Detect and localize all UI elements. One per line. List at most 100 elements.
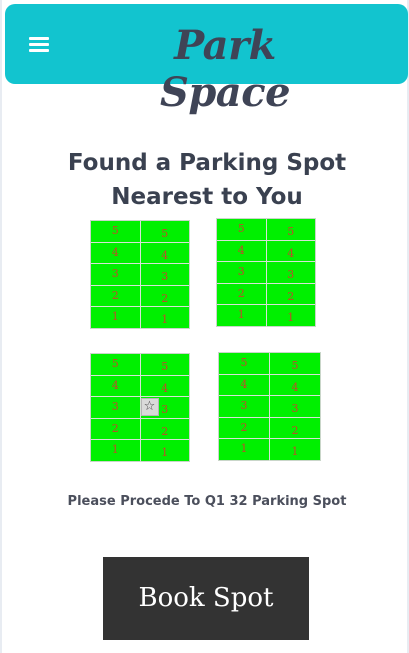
parking-spot[interactable]: 2 [219,417,270,438]
parking-row: 4 4 [91,375,190,397]
spot-number: 3 [161,403,169,416]
spot-number: 4 [161,248,169,262]
spot-number: 5 [287,225,295,238]
parking-row: 1 1 [91,307,189,329]
parking-spot[interactable]: 4 [141,243,190,264]
parking-spot[interactable]: 5 [141,354,190,375]
spot-number: 4 [111,378,119,392]
parking-spot[interactable]: 2 [141,419,190,440]
parking-spot[interactable]: 5 [141,221,190,242]
parking-spot[interactable]: 1 [270,439,320,461]
parking-row: 3 3 [91,264,189,286]
parking-lot-bottom-left: 5 5 4 4 3 ☆ 3 2 2 1 1 [90,353,190,462]
parking-spot[interactable]: 3 [91,397,141,418]
parking-spot[interactable]: 4 [141,376,190,397]
spot-number: 2 [111,288,119,302]
parking-spot[interactable]: 3 [91,264,141,285]
spot-number: 2 [111,421,119,435]
spot-number: 3 [111,267,119,280]
spot-number: 1 [240,442,248,455]
spot-number: 2 [291,423,299,437]
parking-spot[interactable]: 5 [270,353,320,374]
parking-row: 4 4 [219,374,320,396]
parking-row: 4 4 [91,242,190,264]
parking-lot-top-left: 5 5 4 4 3 3 2 2 1 1 [90,220,190,329]
parking-spot[interactable]: 5 [91,221,141,242]
parking-lot-top-right: 5 5 4 4 3 3 2 2 1 1 [216,218,316,327]
parking-spot[interactable]: 1 [91,440,141,462]
page-title-line1: Found a Parking Spot [67,150,347,176]
parking-row: 1 1 [91,440,189,462]
parking-spot[interactable]: 3 [217,262,267,283]
parking-spot[interactable]: 2 [270,418,320,439]
parking-spot[interactable]: 1 [267,305,316,327]
parking-spot[interactable]: 4 [217,240,267,261]
parking-spot[interactable]: 4 [91,242,141,263]
spot-number: 5 [161,227,169,240]
spot-number: 1 [161,446,169,459]
spot-number: 3 [291,402,299,415]
spot-number: 1 [111,443,119,456]
parking-spot[interactable]: 5 [217,219,267,240]
parking-spot[interactable]: 2 [91,285,141,306]
parking-row: 5 5 [217,219,315,241]
parking-spot[interactable]: 3 [270,396,320,417]
spot-number: 5 [240,356,248,369]
parking-row: 2 2 [219,417,320,439]
spot-number: 4 [240,377,248,391]
parking-spot[interactable]: 4 [270,375,320,396]
spot-number: 4 [161,381,169,395]
parking-row: 4 4 [217,240,316,262]
menu-bar [29,37,49,40]
spot-number: 2 [240,420,248,434]
spot-number: 5 [111,224,119,237]
spot-number: 3 [240,399,248,412]
parking-spot[interactable]: 4 [219,374,270,395]
parking-row: 3 3 [217,262,315,284]
page-title-line2: Nearest to You [111,184,303,210]
spot-number: 1 [291,445,299,458]
spot-number: 3 [287,268,295,281]
parking-row: 1 1 [219,439,320,461]
parking-spot[interactable]: 2 [267,284,316,305]
parking-spot[interactable]: 3 [219,396,270,417]
spot-number: 4 [111,245,119,259]
parking-row: 2 2 [217,283,316,305]
book-spot-button[interactable]: Book Spot [103,557,309,640]
spot-number: 1 [161,313,169,326]
app-header: Park Space [5,4,408,116]
parking-spot[interactable]: 2 [217,283,267,304]
parking-spot[interactable]: 5 [219,353,270,374]
parking-spot[interactable]: 1 [141,307,190,329]
parking-spot[interactable]: 1 [141,440,190,462]
spot-number: 2 [161,424,169,438]
parking-lot-bottom-right: 5 5 4 4 3 3 2 2 1 1 [218,352,321,461]
parking-spot[interactable]: 2 [141,286,190,307]
parking-spot[interactable]: 3 [267,262,316,283]
spot-number: 1 [237,308,245,321]
parking-spot[interactable]: 4 [267,241,316,262]
spot-number: 3 [237,265,245,278]
spot-number: 5 [291,359,299,372]
spot-number: 2 [161,291,169,305]
spot-number: 5 [111,357,119,370]
parking-spot[interactable]: 1 [217,305,267,327]
spot-number: 2 [237,286,245,300]
parking-row: 1 1 [217,305,315,327]
parking-spot[interactable]: 4 [91,375,141,396]
parking-spot[interactable]: 5 [91,354,141,375]
parking-row: 5 5 [219,353,320,375]
spot-number: 3 [161,270,169,283]
spot-number: 2 [287,289,295,303]
parking-spot[interactable]: 1 [91,307,141,329]
instruction-text: Please Procede To Q1 32 Parking Spot [67,494,347,509]
hamburger-menu-icon[interactable] [25,32,55,56]
parking-row: 2 2 [91,285,190,307]
parking-spot-selected[interactable]: ☆ 3 [140,397,190,418]
parking-spot[interactable]: 1 [219,439,270,461]
parking-spot[interactable]: 2 [91,418,141,439]
parking-row: 3 ☆ 3 [91,397,189,419]
spot-number: 1 [287,311,295,324]
parking-spot[interactable]: 5 [267,219,316,240]
parking-spot[interactable]: 3 [141,264,190,285]
